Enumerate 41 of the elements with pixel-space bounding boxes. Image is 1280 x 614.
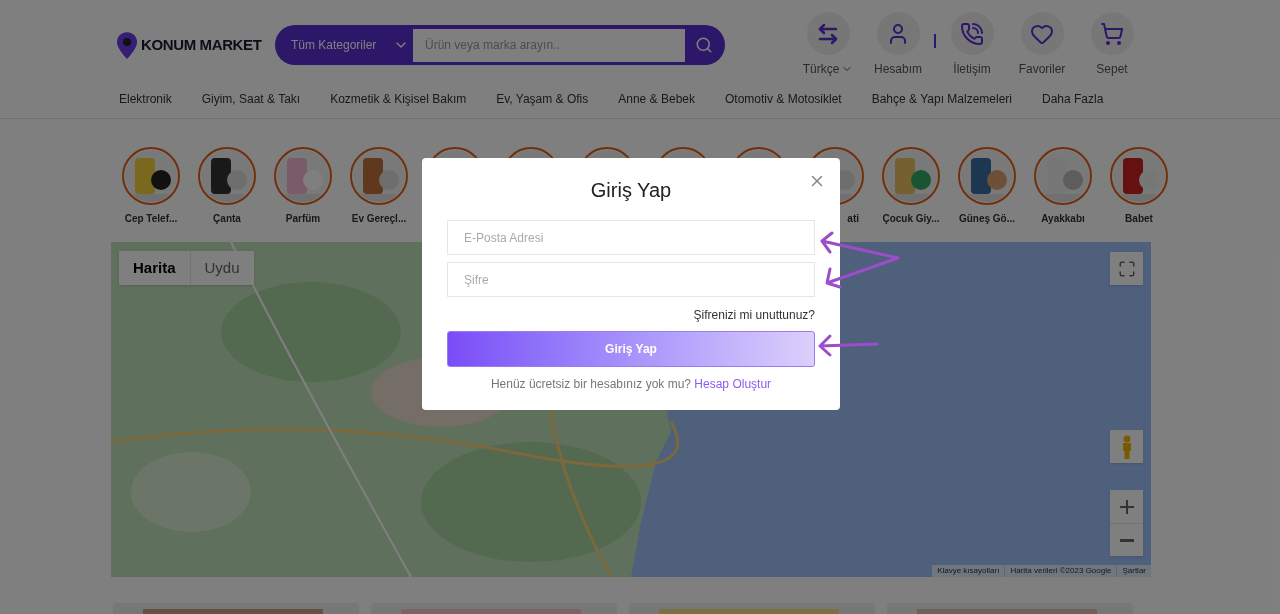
nav-link[interactable]: Giyim, Saat & Takı [201, 90, 301, 108]
nav-link[interactable]: Otomotiv & Motosiklet [725, 90, 842, 108]
create-account-link[interactable]: Hesap Oluştur [694, 377, 772, 391]
login-button[interactable]: Giriş Yap [447, 331, 815, 367]
email-field[interactable]: E-Posta Adresi [447, 220, 815, 255]
category-dropdown[interactable]: Tüm Kategoriler [275, 36, 413, 54]
forgot-password-link[interactable]: Şifrenizi mi unuttunuz? [693, 306, 815, 324]
cart-icon [1100, 21, 1124, 46]
category-label: Ayakkabı [1041, 212, 1085, 226]
fullscreen-icon [1117, 259, 1136, 278]
category-label: Güneş Gö... [958, 212, 1016, 226]
category-label: Çanta [213, 212, 241, 226]
swap-arrows-icon [816, 21, 840, 46]
logo-text: KONUM MARKET [141, 34, 262, 55]
search-icon [695, 36, 713, 54]
nav-link[interactable]: Anne & Bebek [618, 90, 695, 108]
nav-link[interactable]: Kozmetik & Kişisel Bakım [330, 90, 467, 108]
category-label: Cep Telef... [124, 212, 178, 226]
nav-link[interactable]: Elektronik [119, 90, 172, 108]
category-label: Parfüm [285, 212, 321, 226]
nav-link[interactable]: Bahçe & Yapı Malzemeleri [871, 90, 1012, 108]
map-attribution[interactable]: Şartlar [1116, 565, 1151, 577]
fullscreen-button[interactable] [1110, 252, 1143, 285]
map-type-tab[interactable]: Uydu [189, 251, 254, 285]
person-figure-icon [1120, 434, 1133, 459]
category-label: Ev Gereçl... [351, 212, 407, 226]
password-field[interactable]: Şifre [447, 262, 815, 297]
map-attribution: Harita verileri ©2023 Google [1004, 565, 1117, 577]
plus-icon [1119, 499, 1134, 514]
map-type-tab[interactable]: Harita [119, 251, 190, 285]
location-pin-icon [117, 31, 137, 59]
signup-prompt: Henüz ücretsiz bir hesabınız yok mu? Hesap Oluştur [489, 376, 773, 393]
category-label: ati [847, 212, 859, 226]
nav-link[interactable]: Ev, Yaşam & Ofis [496, 90, 589, 108]
category-label: Çocuk Giy... [882, 212, 940, 226]
map-attribution[interactable]: Klavye kısayolları [932, 565, 1005, 577]
minus-icon [1119, 538, 1134, 542]
phone-icon [960, 21, 984, 46]
arrow-drawing [818, 334, 879, 357]
category-label: Babet [1125, 212, 1153, 226]
nav-link[interactable]: Daha Fazla [1042, 90, 1104, 108]
